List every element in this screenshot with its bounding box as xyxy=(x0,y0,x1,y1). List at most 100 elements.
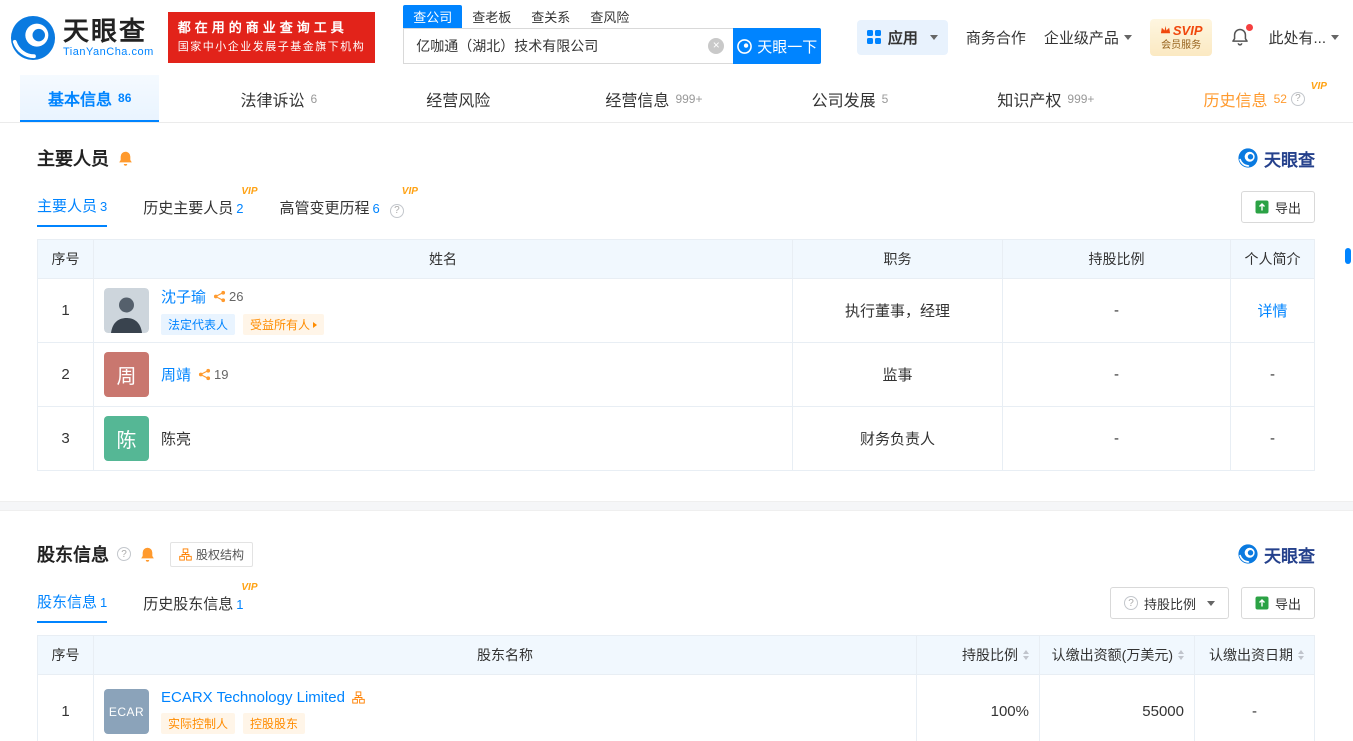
person-name-link[interactable]: 沈子瑜 xyxy=(161,286,206,307)
controlling-shareholder-tag[interactable]: 控股股东 xyxy=(243,713,305,734)
col-profile: 个人简介 xyxy=(1230,240,1314,278)
business-cooperation-link[interactable]: 商务合作 xyxy=(966,27,1026,48)
company-profile-tabs: 基本信息86 法律诉讼6 经营风险 经营信息999+ 公司发展5 知识产权999… xyxy=(0,75,1353,123)
vip-badge: VIP xyxy=(1311,81,1327,92)
search-tab-boss[interactable]: 查老板 xyxy=(462,5,521,28)
chevron-down-icon xyxy=(930,35,938,40)
col-ratio: 持股比例 xyxy=(916,636,1039,674)
help-icon[interactable] xyxy=(117,547,131,561)
subtab-key-personnel[interactable]: 主要人员3 xyxy=(37,195,107,227)
key-personnel-section: 主要人员 天眼查 主要人员3 VIP 历史主要人员2 VIP 高管变更历程6 xyxy=(0,145,1353,471)
search-button[interactable]: 天眼一下 xyxy=(733,28,821,64)
more-menu[interactable]: 此处有... xyxy=(1268,27,1339,48)
tab-operating-info[interactable]: 经营信息999+ xyxy=(577,75,730,122)
sort-icon[interactable] xyxy=(1298,650,1304,660)
search-tabs: 查公司 查老板 查关系 查风险 xyxy=(403,5,821,28)
tab-basic-info[interactable]: 基本信息86 xyxy=(20,75,159,122)
svip-membership-button[interactable]: SVIP 会员服务 xyxy=(1150,19,1213,57)
side-scroll-indicator[interactable] xyxy=(1345,248,1351,264)
person-name-link[interactable]: 周靖 xyxy=(161,364,191,385)
chevron-down-icon xyxy=(1207,601,1215,606)
search-tab-risk[interactable]: 查风险 xyxy=(580,5,639,28)
table-header-row: 序号 股东名称 持股比例 认缴出资额(万美元) 认缴出资日期 xyxy=(38,636,1314,674)
col-shareholder-name: 股东名称 xyxy=(93,636,916,674)
apps-menu[interactable]: 应用 xyxy=(857,20,948,55)
subtab-history-personnel[interactable]: VIP 历史主要人员2 xyxy=(143,197,243,227)
shareholder-subtabs: 股东信息1 VIP 历史股东信息1 持股比例 导出 xyxy=(37,587,1315,623)
export-button[interactable]: 导出 xyxy=(1241,191,1315,223)
crown-icon xyxy=(1160,25,1171,36)
row-no: 2 xyxy=(38,343,93,406)
shareholder-name-link[interactable]: ECARX Technology Limited xyxy=(161,689,345,706)
search-tab-relation[interactable]: 查关系 xyxy=(521,5,580,28)
relation-count[interactable]: 26 xyxy=(213,289,243,304)
monitor-bell-icon[interactable] xyxy=(139,546,156,563)
vip-badge: VIP xyxy=(402,186,418,197)
legal-rep-tag[interactable]: 法定代表人 xyxy=(161,314,235,335)
key-personnel-table: 序号 姓名 职务 持股比例 个人简介 1 沈子瑜 xyxy=(37,239,1315,471)
tab-intellectual-property[interactable]: 知识产权999+ xyxy=(969,75,1122,122)
search-tab-company[interactable]: 查公司 xyxy=(403,5,462,28)
equity-structure-button[interactable]: 股权结构 xyxy=(170,542,253,567)
export-icon xyxy=(1255,200,1269,214)
svip-sublabel: 会员服务 xyxy=(1161,39,1201,52)
monitor-bell-icon[interactable] xyxy=(117,150,134,167)
tab-company-development[interactable]: 公司发展5 xyxy=(784,75,917,122)
org-chart-icon[interactable] xyxy=(352,691,365,704)
export-button[interactable]: 导出 xyxy=(1241,587,1315,619)
network-icon xyxy=(213,290,226,303)
tab-history-info[interactable]: VIP 历史信息52 xyxy=(1176,75,1333,122)
enterprise-products-menu[interactable]: 企业级产品 xyxy=(1044,27,1132,48)
section-title: 股东信息 xyxy=(37,541,109,567)
brand-name: 天眼查 xyxy=(63,17,154,46)
tianyancha-logo[interactable]: 天眼查 TianYanCha.com xyxy=(10,15,154,61)
position-value: 执行董事，经理 xyxy=(792,279,1002,342)
export-icon xyxy=(1255,596,1269,610)
search-block: 查公司 查老板 查关系 查风险 天眼一下 xyxy=(403,0,821,64)
ratio-value: - xyxy=(1002,407,1230,470)
notification-bell[interactable] xyxy=(1230,27,1250,47)
subtab-shareholders[interactable]: 股东信息1 xyxy=(37,591,107,623)
chevron-right-icon xyxy=(313,322,317,328)
avatar[interactable]: 周 xyxy=(104,352,149,397)
search-button-label: 天眼一下 xyxy=(757,36,817,57)
notification-dot xyxy=(1246,24,1253,31)
position-value: 监事 xyxy=(792,343,1002,406)
table-row: 3 陈 陈亮 财务负责人 - - xyxy=(38,406,1314,470)
help-icon xyxy=(1124,596,1138,610)
chevron-down-icon xyxy=(1331,35,1339,40)
org-chart-icon xyxy=(179,548,192,561)
ratio-value: 100% xyxy=(916,675,1039,741)
tianyancha-watermark: 天眼查 xyxy=(1238,146,1315,171)
table-row: 1 沈子瑜 26 xyxy=(38,278,1314,342)
help-icon[interactable] xyxy=(1291,92,1305,106)
tab-operating-risk[interactable]: 经营风险 xyxy=(398,75,524,122)
subtab-executive-changes[interactable]: VIP 高管变更历程6 xyxy=(280,197,404,227)
person-photo[interactable] xyxy=(104,288,149,333)
relation-count[interactable]: 19 xyxy=(198,367,228,382)
ratio-filter-dropdown[interactable]: 持股比例 xyxy=(1110,587,1229,619)
apps-label: 应用 xyxy=(888,27,918,48)
col-position: 职务 xyxy=(792,240,1002,278)
brand-domain: TianYanCha.com xyxy=(63,46,154,58)
company-avatar[interactable]: ECAR xyxy=(104,689,149,734)
col-no: 序号 xyxy=(38,240,93,278)
ratio-value: - xyxy=(1002,343,1230,406)
position-value: 财务负责人 xyxy=(792,407,1002,470)
ratio-value: - xyxy=(1002,279,1230,342)
top-header: 天眼查 TianYanCha.com 都在用的商业查询工具 国家中小企业发展子基… xyxy=(0,0,1353,75)
tianyancha-eye-icon xyxy=(10,15,56,61)
shareholder-section: 股东信息 股权结构 天眼查 股东信息1 VIP xyxy=(0,541,1353,741)
sort-icon[interactable] xyxy=(1178,650,1184,660)
profile-value: - xyxy=(1230,343,1314,406)
profile-detail-link[interactable]: 详情 xyxy=(1257,300,1287,321)
actual-controller-tag[interactable]: 实际控制人 xyxy=(161,713,235,734)
company-search-input[interactable] xyxy=(404,38,733,54)
subtab-history-shareholders[interactable]: VIP 历史股东信息1 xyxy=(143,593,243,623)
tab-legal-proceedings[interactable]: 法律诉讼6 xyxy=(212,75,345,122)
beneficial-owner-tag[interactable]: 受益所有人 xyxy=(243,314,324,335)
tianyancha-watermark: 天眼查 xyxy=(1238,542,1315,567)
sort-icon[interactable] xyxy=(1023,650,1029,660)
date-value: - xyxy=(1194,675,1314,741)
help-icon[interactable] xyxy=(390,204,404,218)
